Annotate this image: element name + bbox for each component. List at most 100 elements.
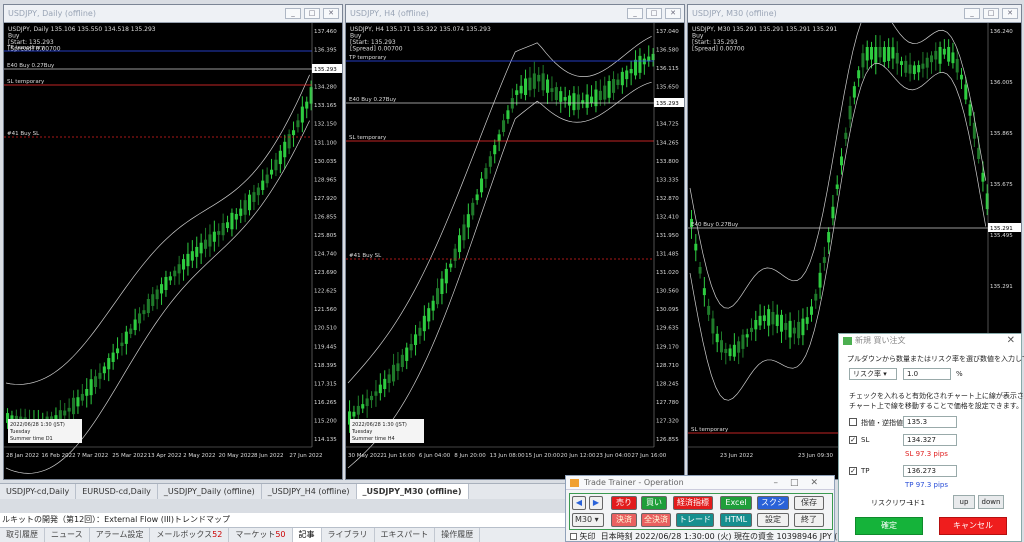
terminal-tab[interactable]: ライブラリ <box>322 528 375 542</box>
save-button[interactable]: 保存 <box>794 496 824 510</box>
minimize-icon[interactable]: _ <box>627 8 643 19</box>
up-button[interactable]: up <box>953 495 975 509</box>
settings-button[interactable]: 設定 <box>757 513 789 527</box>
candle <box>239 208 243 216</box>
candle <box>895 52 899 64</box>
exit-button[interactable]: 終了 <box>794 513 824 527</box>
candle <box>874 47 878 63</box>
candle <box>436 288 440 305</box>
maximize-icon[interactable]: □ <box>304 8 320 19</box>
close-icon[interactable]: ✕ <box>665 8 681 19</box>
chart-tab-active[interactable]: _USDJPY_M30 (offline) <box>356 484 469 499</box>
candle <box>612 79 616 93</box>
settle-all-button[interactable]: 全決済 <box>641 513 671 527</box>
level-label: E40 Buy 0.27Buy <box>691 222 739 228</box>
sl-checkbox[interactable]: ✓ <box>849 436 857 444</box>
trade-button[interactable]: トレード <box>676 513 714 527</box>
candle <box>848 105 852 120</box>
candle <box>616 79 620 86</box>
price-chart-daily[interactable]: USDJPY, Daily 135.106 135.550 134.518 13… <box>4 23 342 479</box>
candle <box>788 320 792 338</box>
sell-button[interactable]: 売り <box>611 496 637 510</box>
terminal-tab-active[interactable]: 記事 <box>292 528 322 542</box>
instruction-text: プルダウンから数量またはリスク率を選び数値を入力してください。 <box>847 355 1024 363</box>
chart-tab[interactable]: _USDJPY_H4 (offline) <box>262 484 357 499</box>
terminal-tab[interactable]: ニュース <box>45 528 90 542</box>
html-button[interactable]: HTML <box>720 513 752 527</box>
candle <box>182 259 186 270</box>
chart-window-daily[interactable]: USDJPY, Daily (offline) _ □ ✕ USDJPY, Dail… <box>3 4 343 480</box>
terminal-tab[interactable]: マーケット50 <box>229 528 293 542</box>
chart-window-h4[interactable]: USDJPY, H4 (offline) _ □ ✕ USDJPY, H4 135.… <box>345 4 685 480</box>
arrow-checkbox[interactable] <box>570 533 577 540</box>
cancel-button[interactable]: キャンセル <box>939 517 1007 535</box>
status-text: 日本時刻 2022/06/28 1:30:00 (火) 現在の資金 103989… <box>600 532 866 541</box>
settle-button[interactable]: 決済 <box>611 513 637 527</box>
close-icon[interactable]: ✕ <box>1007 334 1015 348</box>
candle <box>400 354 404 368</box>
candle <box>638 55 642 73</box>
close-icon[interactable]: ✕ <box>323 8 339 19</box>
buy-button[interactable]: 買い <box>641 496 667 510</box>
chart-tab[interactable]: USDJPY-cd,Daily <box>0 484 77 499</box>
candle <box>261 180 265 191</box>
screenshot-button[interactable]: スクショ <box>757 496 789 519</box>
tp-price-input[interactable]: 136.273 <box>903 465 957 477</box>
terminal-tab[interactable]: メールボックス52 <box>150 528 230 542</box>
candle <box>767 309 771 326</box>
price-tick: 126.855 <box>314 214 337 220</box>
candle <box>870 47 873 60</box>
amount-input[interactable]: 1.0 <box>903 368 951 380</box>
risk-reward-value: 1：1 <box>909 499 925 507</box>
date-tick: 23 Jun 04:00 <box>596 453 631 459</box>
candle <box>737 341 741 353</box>
prev-arrow-button[interactable]: ◀ <box>572 496 586 510</box>
timeframe-select[interactable]: M30 ▾ <box>572 513 604 527</box>
date-tick: 13 Apr 2022 <box>148 453 182 459</box>
candle <box>80 393 84 401</box>
chart-tab[interactable]: _USDJPY_Daily (offline) <box>158 484 262 499</box>
mode-select[interactable]: リスク率 ▾ <box>849 368 897 380</box>
candle <box>98 372 102 379</box>
sl-price-input[interactable]: 134.327 <box>903 434 957 446</box>
economic-indicators-button[interactable]: 経済指標 <box>673 496 713 510</box>
close-icon[interactable]: ✕ <box>1002 8 1018 19</box>
window-title: Trade Trainer - Operation <box>584 478 684 487</box>
window-controls[interactable]: –□✕ <box>773 476 830 490</box>
candle <box>908 64 912 74</box>
candle <box>822 257 826 263</box>
minimize-icon[interactable]: _ <box>964 8 980 19</box>
terminal-tab[interactable]: 操作履歴 <box>435 528 481 542</box>
price-tick: 132.410 <box>656 214 679 220</box>
date-tick: 30 May 2022 <box>348 453 384 459</box>
dialog-titlebar: 新規 買い注文 ✕ <box>839 334 1021 348</box>
maximize-icon[interactable]: □ <box>646 8 662 19</box>
date-tick: 20 Jun 12:00 <box>561 453 596 459</box>
down-button[interactable]: down <box>978 495 1004 509</box>
maximize-icon[interactable]: □ <box>983 8 999 19</box>
confirm-button[interactable]: 確定 <box>855 517 923 535</box>
minimize-icon[interactable]: _ <box>285 8 301 19</box>
price-tick: 118.395 <box>314 363 337 369</box>
candle <box>107 358 111 370</box>
limit-checkbox[interactable] <box>849 418 857 426</box>
candle <box>784 323 788 330</box>
tp-checkbox[interactable]: ✓ <box>849 467 857 475</box>
level-label: #41 Buy SL <box>7 131 40 137</box>
new-buy-order-dialog: 新規 買い注文 ✕ プルダウンから数量またはリスク率を選び数値を入力してください。… <box>838 333 1024 542</box>
limit-price-input[interactable]: 135.3 <box>903 416 957 428</box>
candle <box>878 47 882 58</box>
chart-tab[interactable]: EURUSD-cd,Daily <box>76 484 158 499</box>
candle <box>554 87 558 101</box>
date-tick: 6 Jun 04:00 <box>419 453 451 459</box>
candle <box>488 156 492 167</box>
terminal-tab[interactable]: 取引履歴 <box>0 528 45 542</box>
price-chart-h4[interactable]: USDJPY, H4 135.171 135.322 135.074 135.2… <box>346 23 684 479</box>
candle <box>844 132 848 139</box>
price-tick: 134.265 <box>656 140 679 146</box>
news-headline[interactable]: ルキットの開発（第12回）：External Flow (III)トレンドマップ <box>0 513 565 527</box>
terminal-tab[interactable]: アラーム設定 <box>90 528 151 542</box>
excel-button[interactable]: Excel <box>720 496 752 510</box>
terminal-tab[interactable]: エキスパート <box>375 528 436 542</box>
next-arrow-button[interactable]: ▶ <box>589 496 603 510</box>
